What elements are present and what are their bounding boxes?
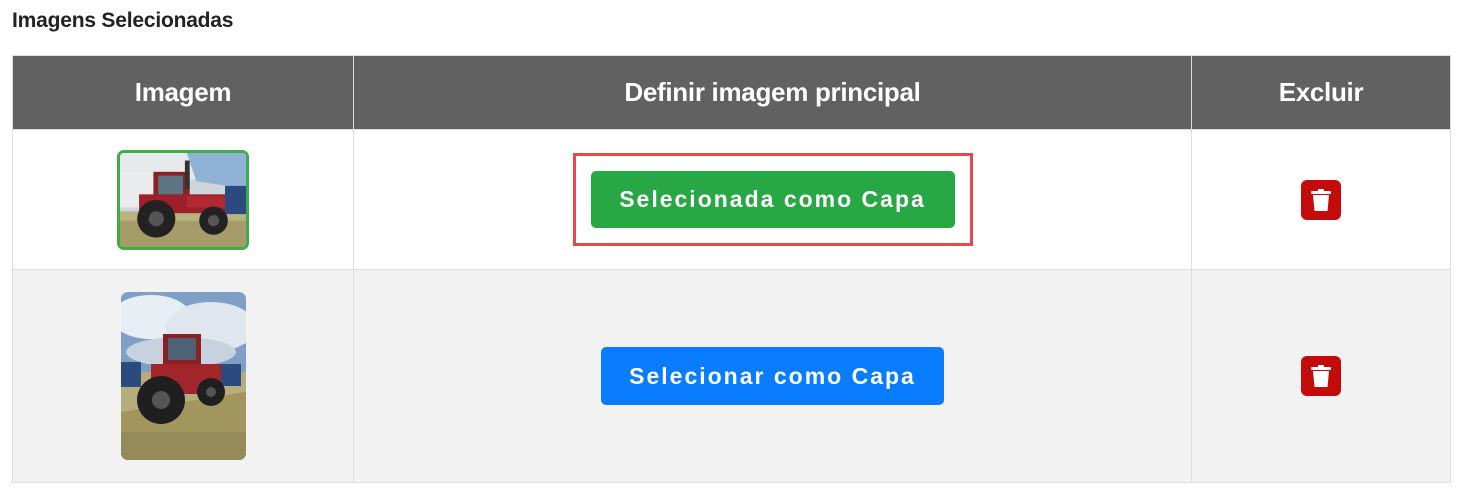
delete-cell (1191, 269, 1451, 483)
highlight-outline: Selecionada como Capa (572, 153, 973, 246)
set-main-image-cell: Selecionar como Capa (353, 269, 1192, 483)
select-as-cover-button[interactable]: Selecionar como Capa (601, 347, 944, 405)
trash-icon (1311, 365, 1331, 387)
set-main-image-cell: Selecionada como Capa (353, 129, 1192, 270)
delete-button[interactable] (1301, 179, 1341, 220)
image-cell (12, 129, 354, 270)
tractor-photo-icon (120, 292, 246, 460)
table-header-row: Imagem Definir imagem principal Excluir (12, 55, 1451, 130)
table-row: Selecionada como Capa (12, 129, 1451, 270)
column-header-delete: Excluir (1191, 55, 1451, 130)
image-cell (12, 269, 354, 483)
delete-cell (1191, 129, 1451, 270)
column-header-set-main-image: Definir imagem principal (353, 55, 1192, 130)
column-header-image: Imagem (12, 55, 354, 130)
tractor-photo-icon (120, 152, 246, 247)
image-thumbnail[interactable] (120, 292, 246, 460)
section-title: Imagens Selecionadas (12, 9, 234, 32)
delete-button[interactable] (1301, 356, 1341, 396)
trash-icon (1311, 188, 1331, 211)
selected-images-table: Imagem Definir imagem principal Excluir (12, 55, 1451, 483)
image-thumbnail[interactable] (117, 149, 249, 250)
table-row: Selecionar como Capa (12, 269, 1451, 483)
selected-as-cover-button[interactable]: Selecionada como Capa (590, 171, 955, 228)
